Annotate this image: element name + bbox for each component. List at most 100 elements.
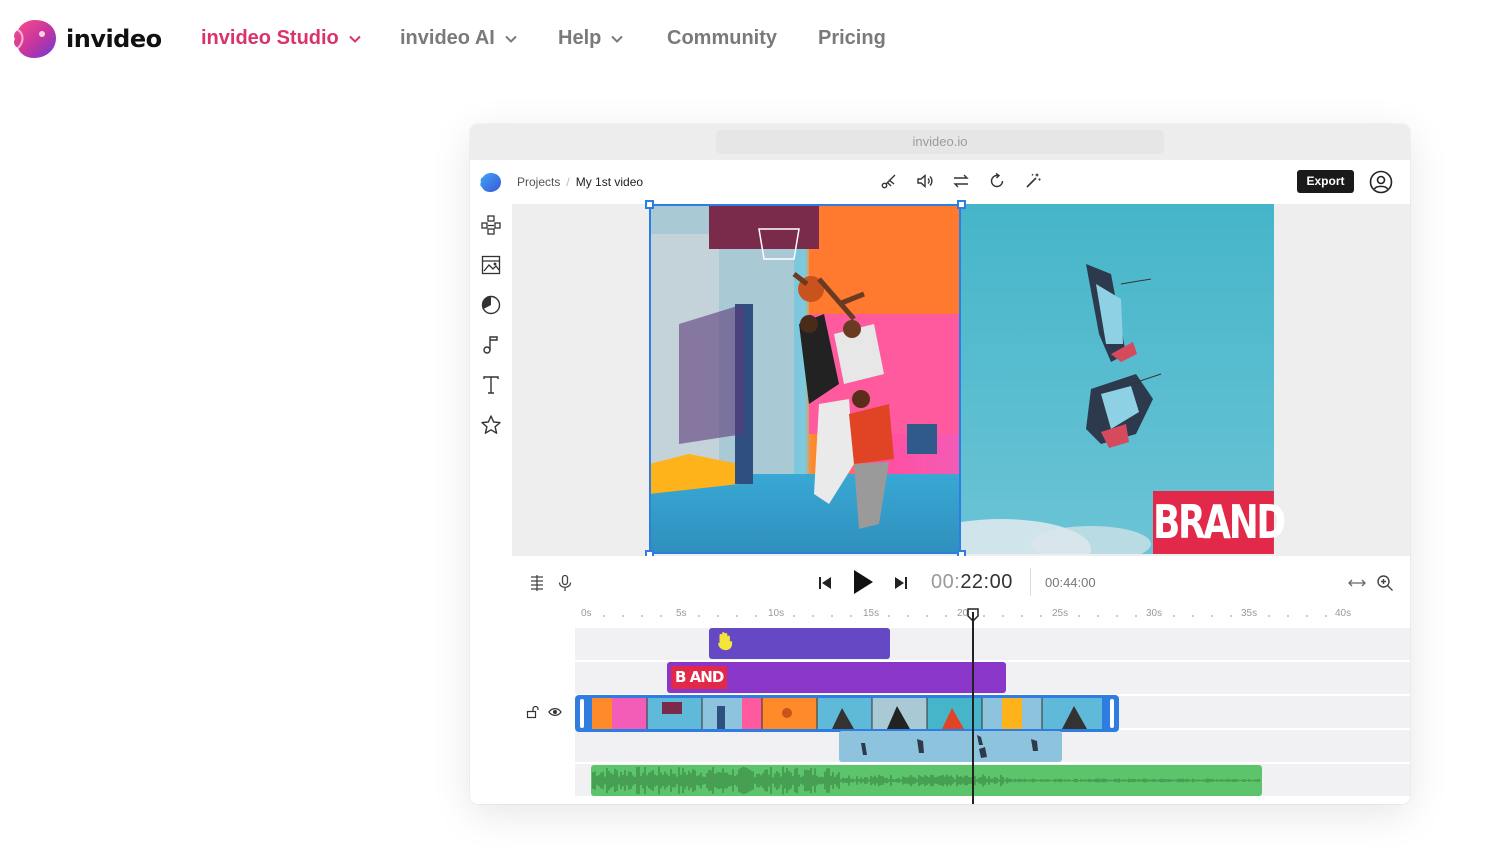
nav-invideo-studio-label: invideo Studio bbox=[201, 27, 339, 49]
skip-back-icon[interactable] bbox=[816, 574, 834, 592]
invideo-logo[interactable]: invideo bbox=[12, 16, 162, 62]
chevron-down-icon bbox=[505, 35, 517, 43]
rock-hand-sticker-icon bbox=[718, 632, 733, 651]
chevron-down-icon bbox=[611, 35, 624, 43]
brand-text-clip[interactable]: B AND bbox=[667, 662, 1006, 693]
export-button[interactable]: Export bbox=[1297, 170, 1354, 193]
ruler-label: 25s bbox=[1052, 608, 1069, 619]
ruler-tick bbox=[1230, 615, 1232, 617]
editor-sidebar bbox=[470, 204, 512, 804]
chevron-down-icon bbox=[349, 35, 361, 43]
nav-community[interactable]: Community bbox=[667, 27, 777, 50]
ruler-tick bbox=[831, 615, 833, 617]
ruler-tick bbox=[1287, 615, 1289, 617]
ruler-tick bbox=[812, 615, 814, 617]
fit-width-icon[interactable] bbox=[1348, 574, 1366, 592]
nav-invideo-ai[interactable]: invideo AI bbox=[400, 27, 517, 50]
ruler-tick bbox=[1325, 615, 1327, 617]
trim-handle-left[interactable] bbox=[580, 699, 584, 728]
invideo-logo-icon bbox=[14, 20, 56, 58]
current-time: 00:22:00 bbox=[931, 571, 1013, 594]
layout-icon[interactable] bbox=[480, 214, 502, 236]
music-icon[interactable] bbox=[480, 334, 502, 356]
media-icon[interactable] bbox=[480, 254, 502, 276]
scissors-icon[interactable] bbox=[880, 172, 898, 190]
ruler-tick bbox=[850, 615, 852, 617]
resize-handle-top-left[interactable] bbox=[645, 200, 654, 209]
ruler-label: 30s bbox=[1146, 608, 1163, 619]
ruler-tick bbox=[983, 615, 985, 617]
ruler-tick bbox=[1002, 615, 1004, 617]
play-icon[interactable] bbox=[848, 568, 876, 596]
ruler-tick bbox=[736, 615, 738, 617]
audio-clip[interactable] bbox=[591, 765, 1262, 796]
ruler-tick bbox=[1192, 615, 1194, 617]
sneakers-filmstrip bbox=[861, 735, 1038, 758]
nav-pricing-label: Pricing bbox=[818, 27, 886, 49]
ruler-tick bbox=[603, 615, 605, 617]
nav-help-label: Help bbox=[558, 27, 602, 49]
ruler-tick bbox=[907, 615, 909, 617]
timeline-ruler[interactable]: 0s 5s 10s 15s 20s 25s 30s 35s 40s bbox=[512, 608, 1410, 626]
ruler-tick bbox=[1097, 615, 1099, 617]
nav-pricing[interactable]: Pricing bbox=[818, 27, 886, 50]
video-canvas: BRAND bbox=[512, 200, 1410, 559]
editor-toolbar bbox=[880, 172, 1042, 190]
unlock-icon[interactable] bbox=[526, 705, 540, 719]
ruler-tick bbox=[1040, 615, 1042, 617]
ruler-tick bbox=[755, 615, 757, 617]
favorites-icon[interactable] bbox=[480, 414, 502, 436]
ruler-tick bbox=[1173, 615, 1175, 617]
ruler-tick bbox=[793, 615, 795, 617]
nav-help[interactable]: Help bbox=[558, 27, 624, 50]
breadcrumb-projects[interactable]: Projects bbox=[517, 175, 560, 189]
account-icon[interactable] bbox=[1369, 170, 1393, 194]
captions-icon[interactable] bbox=[528, 574, 546, 592]
rotate-icon[interactable] bbox=[988, 172, 1006, 190]
text-icon[interactable] bbox=[480, 374, 502, 396]
selection-outline bbox=[649, 204, 961, 554]
ruler-label: 40s bbox=[1335, 608, 1352, 619]
zoom-in-icon[interactable] bbox=[1376, 574, 1394, 592]
nav-invideo-studio[interactable]: invideo Studio bbox=[201, 27, 361, 50]
total-duration: 00:44:00 bbox=[1045, 575, 1096, 590]
url-bar: invideo.io bbox=[716, 130, 1164, 154]
ruler-tick bbox=[1211, 615, 1213, 617]
playhead-line[interactable] bbox=[972, 612, 974, 804]
sticker-clip[interactable] bbox=[709, 628, 890, 659]
sneakers-clip[interactable] bbox=[839, 731, 1062, 762]
ruler-tick bbox=[1268, 615, 1270, 617]
brand-text-overlay[interactable]: BRAND bbox=[1153, 491, 1286, 554]
ruler-label: 15s bbox=[863, 608, 880, 619]
magic-wand-icon[interactable] bbox=[1024, 172, 1042, 190]
volume-icon[interactable] bbox=[916, 172, 934, 190]
ruler-tick bbox=[698, 615, 700, 617]
ruler-tick bbox=[622, 615, 624, 617]
timeline-tracks: B AND bbox=[512, 626, 1410, 804]
app-logo-icon bbox=[480, 173, 501, 192]
eye-icon[interactable] bbox=[548, 705, 562, 719]
nav-community-label: Community bbox=[667, 27, 777, 49]
ruler-tick bbox=[926, 615, 928, 617]
trim-handle-right[interactable] bbox=[1110, 699, 1114, 728]
editor-header: Projects / My 1st video Export bbox=[470, 160, 1410, 204]
ruler-tick bbox=[1021, 615, 1023, 617]
time-divider bbox=[1030, 568, 1031, 596]
breadcrumb-separator: / bbox=[566, 175, 570, 189]
skip-forward-icon[interactable] bbox=[892, 574, 910, 592]
elements-icon[interactable] bbox=[480, 294, 502, 316]
video-clip-selected[interactable] bbox=[575, 695, 1119, 732]
ruler-tick bbox=[945, 615, 947, 617]
resize-handle-top-right[interactable] bbox=[957, 200, 966, 209]
ruler-tick bbox=[1135, 615, 1137, 617]
track-row bbox=[575, 628, 1410, 660]
ruler-label: 10s bbox=[768, 608, 785, 619]
swap-icon[interactable] bbox=[952, 172, 970, 190]
ruler-tick bbox=[888, 615, 890, 617]
microphone-icon[interactable] bbox=[556, 574, 574, 592]
brand-text-clip-label: B AND bbox=[671, 666, 728, 689]
ruler-tick bbox=[641, 615, 643, 617]
ruler-tick bbox=[1078, 615, 1080, 617]
video-filmstrip bbox=[592, 698, 1102, 729]
browser-bar: invideo.io bbox=[470, 124, 1410, 160]
